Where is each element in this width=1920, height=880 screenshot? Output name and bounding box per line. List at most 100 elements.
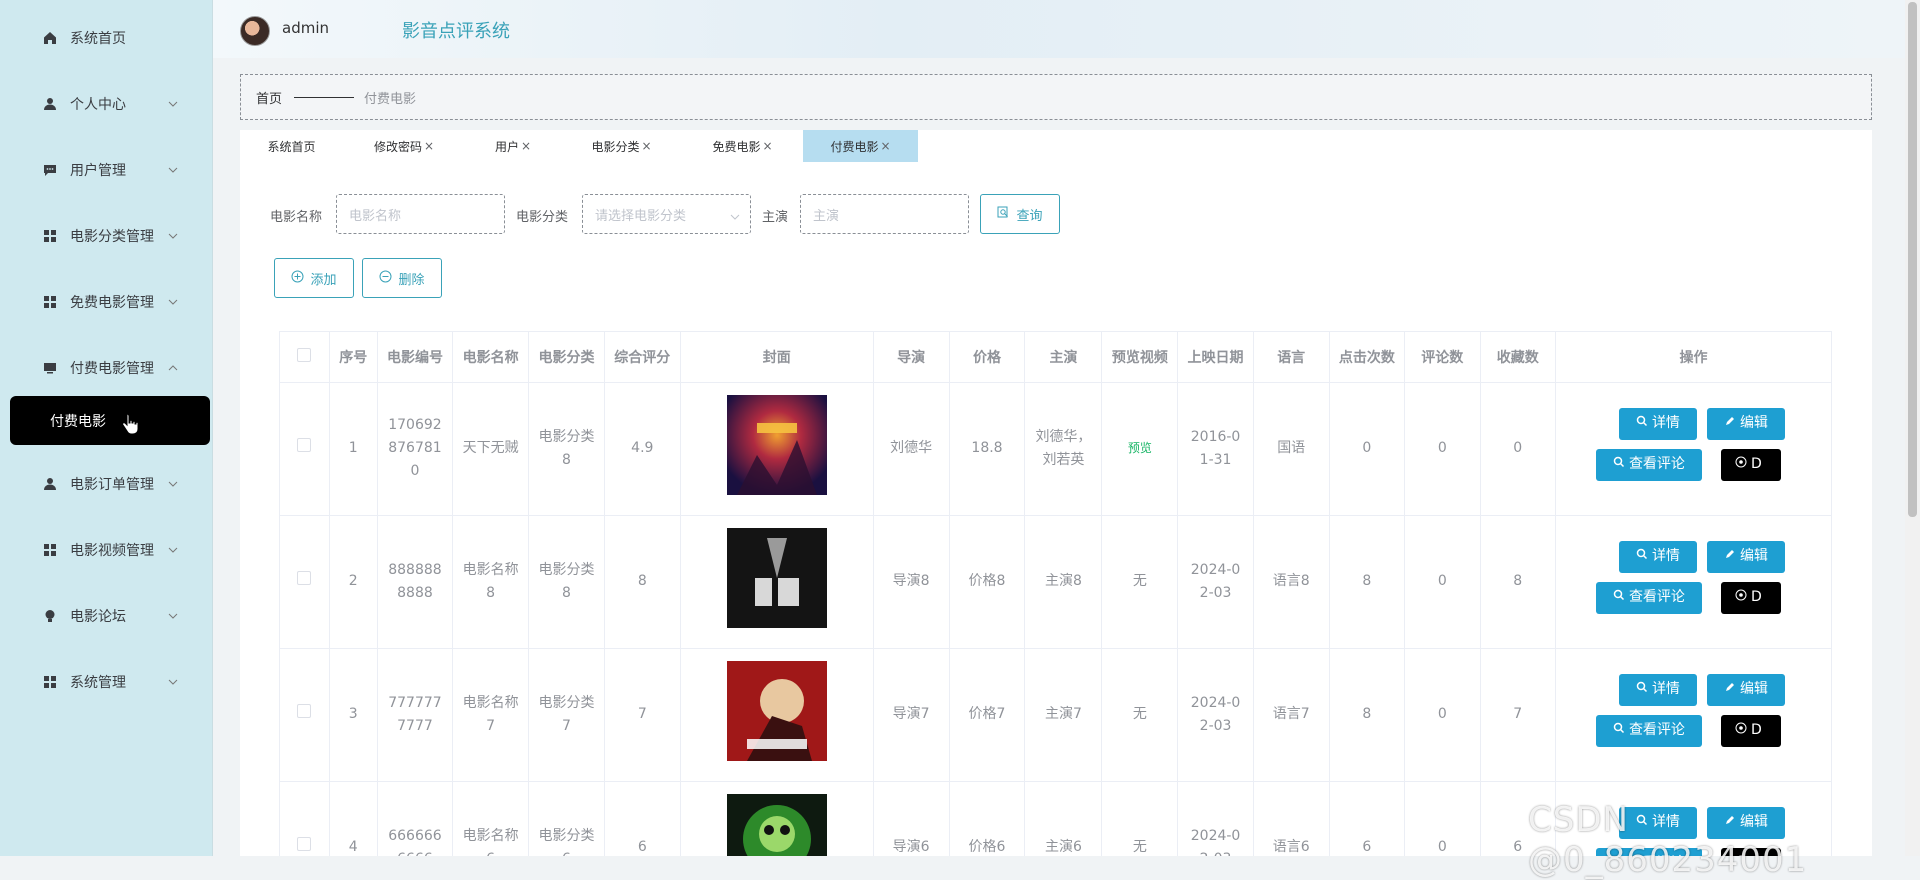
cell-name: 电影名称7 [452, 648, 530, 782]
close-icon[interactable]: × [880, 139, 890, 153]
add-button[interactable]: 添加 [274, 258, 354, 298]
column-header: 预览视频 [1101, 332, 1179, 383]
row-delete-button[interactable]: D [1720, 581, 1781, 614]
cell-favs: 8 [1480, 515, 1556, 649]
username[interactable]: admin [282, 19, 329, 37]
row-checkbox[interactable] [297, 704, 312, 718]
detail-button-label: 详情 [1651, 548, 1680, 564]
cell-date: 2016-01-31 [1177, 382, 1254, 516]
view-comments-button[interactable]: 查看评论 [1595, 714, 1702, 747]
sidebar-item-forum[interactable]: 电影论坛 [0, 596, 213, 636]
cell-no: 2 [329, 515, 378, 649]
view-comments-button[interactable]: 查看评论 [1595, 581, 1702, 614]
sidebar-item-system[interactable]: 系统管理 [0, 662, 213, 702]
cell-no: 4 [329, 781, 378, 856]
tab-paid-movies[interactable]: 付费电影 × [803, 130, 918, 162]
sidebar-item-paid-movies[interactable]: 付费电影管理 [0, 348, 213, 388]
chevron-down-icon [168, 297, 178, 307]
tab-change-password[interactable]: 修改密码 × [343, 130, 465, 162]
sidebar-item-label: 免费电影管理 [70, 295, 154, 311]
sidebar-item-free-movies[interactable]: 免费电影管理 [0, 282, 213, 322]
detail-button[interactable]: 详情 [1618, 540, 1697, 573]
row-checkbox[interactable] [297, 438, 312, 452]
sidebar-item-category[interactable]: 电影分类管理 [0, 216, 213, 256]
cell-price: 价格6 [949, 781, 1026, 856]
delete-button[interactable]: 删除 [362, 258, 442, 298]
cell-lang: 语言7 [1253, 648, 1330, 782]
breadcrumb: 首页 付费电影 [240, 74, 1872, 120]
edit-icon [1724, 545, 1736, 568]
tab-users[interactable]: 用户 × [465, 130, 561, 162]
tab-label: 电影分类 [591, 139, 640, 154]
cell-actor: 刘德华，刘若英 [1024, 382, 1103, 516]
row-delete-button[interactable]: D [1720, 714, 1781, 747]
sidebar-item-label: 电影视频管理 [70, 543, 154, 559]
sidebar-item-label: 电影论坛 [70, 609, 126, 625]
detail-button-label: 详情 [1651, 415, 1680, 431]
cell-code: 1706928767810 [377, 382, 454, 516]
sidebar-item-label: 系统首页 [70, 31, 126, 47]
row-select-cell [280, 781, 330, 856]
sidebar-item-videos[interactable]: 电影视频管理 [0, 530, 213, 570]
sidebar-item-personal[interactable]: 个人中心 [0, 84, 213, 124]
category-select[interactable]: 请选择电影分类 [582, 194, 751, 234]
mouse-cursor-icon [122, 413, 138, 435]
grid-icon [42, 674, 58, 690]
cell-ops: 详情 编辑 查看评论 D [1555, 515, 1832, 649]
actor-label: 主演 [762, 210, 789, 225]
movie-name-input[interactable]: 电影名称 [336, 194, 505, 234]
actor-input[interactable]: 主演 [800, 194, 969, 234]
sidebar-item-users[interactable]: 用户管理 [0, 150, 213, 190]
chevron-down-icon [168, 99, 178, 109]
grid-icon [42, 294, 58, 310]
column-header: 上映日期 [1177, 332, 1254, 383]
page-scrollbar-thumb[interactable] [1908, 2, 1917, 517]
query-button[interactable]: 查询 [980, 194, 1060, 234]
close-icon[interactable]: × [762, 139, 772, 153]
cell-date: 2024-02-03 [1177, 648, 1254, 782]
search-icon [1613, 586, 1625, 609]
cell-clicks: 6 [1329, 781, 1406, 856]
close-icon[interactable]: × [424, 139, 434, 153]
breadcrumb-home[interactable]: 首页 [256, 88, 282, 107]
movie-poster-image[interactable] [726, 527, 827, 628]
sidebar-subitem-paid-movie[interactable]: 付费电影 [10, 396, 210, 445]
movie-poster-image[interactable] [726, 660, 827, 761]
tab-free-movies[interactable]: 免费电影 × [682, 130, 803, 162]
cell-clicks: 8 [1329, 648, 1406, 782]
tab-home[interactable]: 系统首页 [240, 130, 343, 162]
avatar[interactable] [240, 16, 270, 46]
chevron-down-icon [168, 231, 178, 241]
view-comments-button-label: 查看评论 [1628, 589, 1685, 605]
row-delete-button[interactable]: D [1720, 448, 1781, 481]
detail-button[interactable]: 详情 [1618, 407, 1697, 440]
user-icon [42, 476, 58, 492]
tab-category[interactable]: 电影分类 × [561, 130, 682, 162]
column-header: 封面 [680, 332, 874, 383]
movie-poster-image[interactable] [726, 394, 827, 495]
edit-button[interactable]: 编辑 [1706, 673, 1785, 706]
watermark: CSDN @0_860234001 [1528, 800, 1808, 880]
row-delete-button-label: D [1750, 589, 1762, 605]
edit-button[interactable]: 编辑 [1706, 407, 1785, 440]
close-icon[interactable]: × [641, 139, 651, 153]
cell-favs: 0 [1480, 382, 1556, 516]
movie-poster-image[interactable] [726, 793, 827, 857]
close-icon[interactable]: × [521, 139, 531, 153]
row-checkbox[interactable] [297, 837, 312, 851]
sidebar-item-home[interactable]: 系统首页 [0, 18, 213, 58]
column-header: 综合评分 [604, 332, 681, 383]
tab-bar: 系统首页 修改密码 × 用户 × 电影分类 × 免费电影 × 付费电影 × [240, 130, 918, 162]
preview-link[interactable]: 预览 [1128, 441, 1152, 455]
search-icon [1613, 453, 1625, 476]
cell-lang: 国语 [1253, 382, 1330, 516]
edit-button[interactable]: 编辑 [1706, 540, 1785, 573]
cell-category: 电影分类6 [528, 781, 605, 856]
select-all-checkbox[interactable] [297, 347, 312, 362]
detail-button[interactable]: 详情 [1618, 673, 1697, 706]
sidebar-item-orders[interactable]: 电影订单管理 [0, 464, 213, 504]
tab-label: 系统首页 [267, 139, 316, 154]
row-checkbox[interactable] [297, 571, 312, 585]
view-comments-button[interactable]: 查看评论 [1595, 448, 1702, 481]
cell-category: 电影分类8 [528, 382, 605, 516]
